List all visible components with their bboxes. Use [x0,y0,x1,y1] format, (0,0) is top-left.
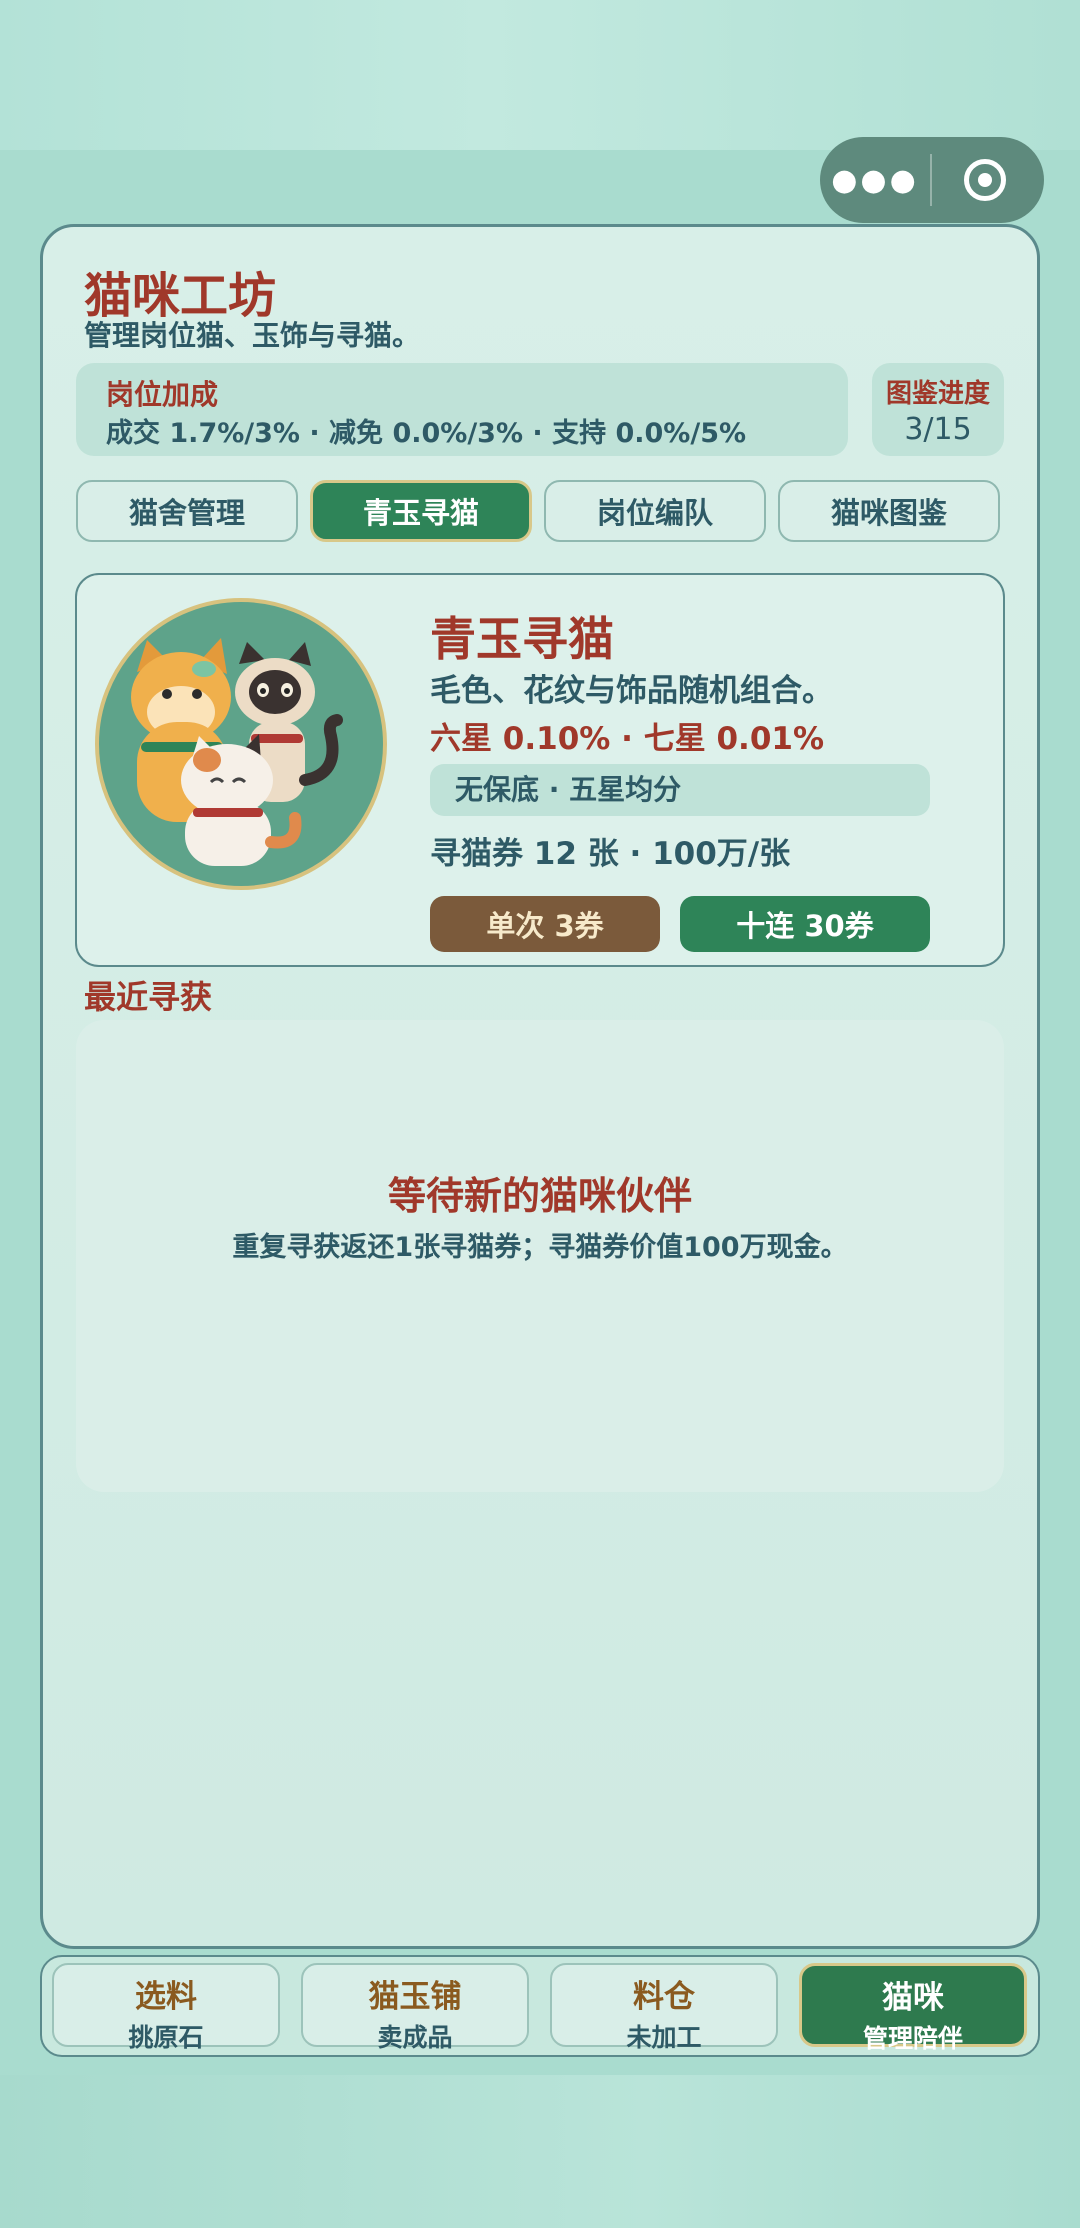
nav-main-label: 选料 [135,1979,197,2015]
empty-title: 等待新的猫咪伙伴 [387,1174,692,1218]
nav-main-label: 猫玉铺 [368,1979,462,2015]
dex-progress-panel[interactable]: 图鉴进度 3/15 [872,363,1004,456]
empty-text: 重复寻获返还1张寻猫券；寻猫券价值100万现金。 [232,1232,848,1263]
nav-sub-label: 管理陪伴 [862,2024,963,2053]
ten-draw-button[interactable]: 十连 30券 [680,896,930,952]
bonus-heading: 岗位加成 [106,378,219,411]
gacha-rates: 六星 0.10% · 七星 0.01% [430,721,825,757]
ticket-count: 寻猫券 12 张 · 100万/张 [430,836,791,872]
tab-cattery[interactable]: 猫舍管理 [76,480,298,542]
bottom-background [0,2075,1080,2228]
single-draw-button[interactable]: 单次 3券 [430,896,660,952]
miniprogram-capsule: ●●● [820,137,1044,223]
dex-heading: 图鉴进度 [885,379,990,409]
top-background [0,0,1080,150]
tab-cat-dex[interactable]: 猫咪图鉴 [778,480,1000,542]
pity-info: 无保底 · 五星均分 [430,764,930,816]
dex-value: 3/15 [904,412,972,447]
cats-illustration [95,598,387,890]
gacha-title: 青玉寻猫 [430,612,614,666]
nav-main-label: 猫咪 [882,1980,944,2016]
gacha-description: 毛色、花纹与饰品随机组合。 [430,673,833,709]
nav-main-label: 料仓 [633,1979,695,2015]
recent-heading: 最近寻获 [84,978,213,1016]
position-bonus-panel: 岗位加成 成交 1.7%/3% · 减免 0.0%/3% · 支持 0.0%/5… [76,363,848,456]
capsule-divider [930,154,932,206]
nav-cats[interactable]: 猫咪 管理陪伴 [799,1963,1027,2053]
bonus-text: 成交 1.7%/3% · 减免 0.0%/3% · 支持 0.0%/5% [106,418,747,449]
close-target-icon[interactable] [964,159,1006,201]
nav-sub-label: 挑原石 [128,2023,204,2052]
tab-jade-search[interactable]: 青玉寻猫 [310,480,532,542]
nav-sub-label: 卖成品 [377,2023,453,2052]
tab-formation[interactable]: 岗位编队 [544,480,766,542]
page-subtitle: 管理岗位猫、玉饰与寻猫。 [84,319,421,352]
nav-warehouse[interactable]: 料仓 未加工 [550,1963,778,2052]
recent-empty-state: 等待新的猫咪伙伴 重复寻获返还1张寻猫券；寻猫券价值100万现金。 [76,1020,1004,1492]
nav-sub-label: 未加工 [626,2023,702,2052]
more-icon[interactable]: ●●● [820,163,930,198]
nav-jade-shop[interactable]: 猫玉铺 卖成品 [301,1963,529,2052]
nav-select-stone[interactable]: 选料 挑原石 [52,1963,280,2052]
